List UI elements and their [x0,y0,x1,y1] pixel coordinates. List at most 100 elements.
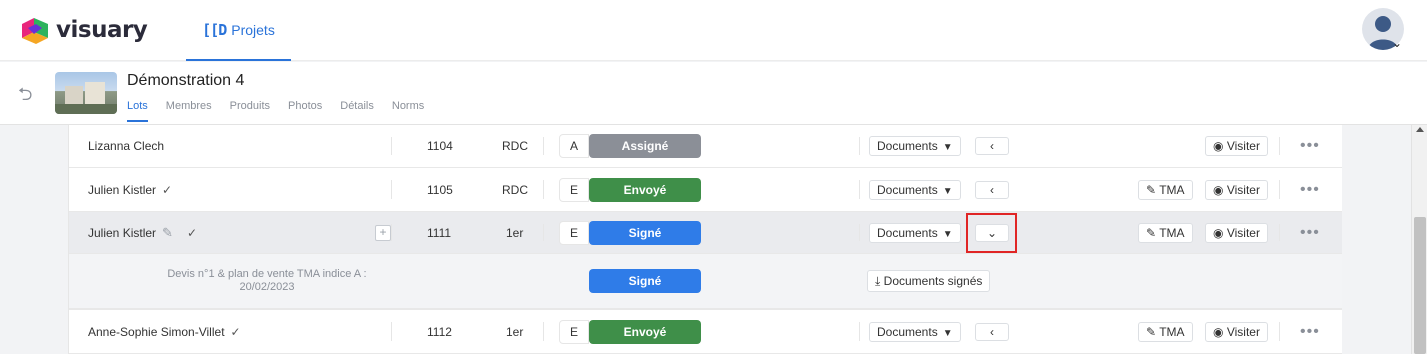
visit-label: Visiter [1226,139,1260,153]
documents-dropdown[interactable]: Documents ▼ [869,136,961,156]
check-icon: ✓ [230,324,241,339]
more-icon[interactable]: ••• [1300,323,1320,341]
table-row: Lizanna Clech 1104 RDC A Assigné Documen… [69,125,1342,168]
detail-row: Devis n°1 & plan de vente TMA indice A :… [69,254,1342,309]
building-image [55,82,117,114]
documents-dropdown[interactable]: Documents ▼ [869,321,961,342]
eye-icon: ◉ [1213,182,1224,197]
visit-button[interactable]: ◉ Visiter [1205,222,1268,243]
tab-produits[interactable]: Produits [230,100,270,122]
floor: RDC [502,182,528,197]
chevron-down-icon: ▼ [942,185,953,197]
documents-label: Documents [877,225,938,240]
visit-button[interactable]: ◉ Visiter [1205,179,1268,200]
buyer-name-cell: Julien Kistler ✎ ✓ [88,225,197,241]
visit-label: Visiter [1226,182,1260,197]
visit-label: Visiter [1226,225,1260,240]
add-button[interactable]: + [375,224,391,241]
pencil-icon: ✎ [1146,324,1157,339]
detail-description: Devis n°1 & plan de vente TMA indice A :… [137,268,397,294]
visit-button[interactable]: ◉ Visiter [1205,136,1268,156]
tab-lots[interactable]: Lots [127,100,148,122]
expand-button[interactable]: ‹ [975,322,1009,341]
project-header: ⮌ Démonstration 4 Lots Membres Produits … [0,62,1427,125]
scroll-up-icon[interactable] [1416,127,1424,132]
chevron-down-icon: ▼ [942,228,953,240]
documents-label: Documents [877,182,938,197]
expand-button[interactable]: ‹ [975,137,1009,155]
eye-icon: ◉ [1213,324,1224,339]
projects-icon: [[D [202,20,227,39]
table-row: Julien Kistler ✎ ✓ + 1111 1er E Signé Docu… [69,212,1342,254]
lot-number: 1105 [427,182,453,197]
chevron-down-icon: ▼ [942,142,953,153]
status-badge: Signé [589,269,701,293]
signed-documents-button[interactable]: ⤓ Documents signés [867,270,991,292]
download-icon: ⤓ [875,274,881,288]
floor: 1er [506,225,524,240]
pencil-icon[interactable]: ✎ [162,225,173,240]
status-badge: Signé [589,220,701,245]
status-badge: Envoyé [589,177,701,202]
tma-label: TMA [1159,182,1185,197]
tab-membres[interactable]: Membres [166,100,212,122]
status-badge: Envoyé [589,319,701,344]
project-tabs: Lots Membres Produits Photos Détails Nor… [127,100,442,122]
floor: 1er [506,324,524,339]
brand-name: visuary [56,17,148,43]
table-row: Julien Kistler ✓ 1105 RDC E Envoyé Docume… [69,168,1342,212]
logo[interactable]: visuary [20,14,148,46]
tma-button[interactable]: ✎ TMA [1138,321,1193,342]
status-letter: E [559,177,589,202]
pencil-icon: ✎ [1146,225,1157,240]
lots-table: Lizanna Clech 1104 RDC A Assigné Documen… [68,125,1342,354]
tab-photos[interactable]: Photos [288,100,322,122]
documents-label: Documents [877,139,938,153]
tab-norms[interactable]: Norms [392,100,424,122]
status-letter: E [559,319,589,344]
tma-label: TMA [1159,324,1185,339]
detail-date: 20/02/2023 [239,281,295,293]
chevron-left-icon: ‹ [990,139,994,153]
more-icon[interactable]: ••• [1300,137,1320,155]
visuary-logo-icon [22,18,48,44]
buyer-name: Anne-Sophie Simon-Villet [88,324,225,339]
buyer-name: Lizanna Clech [88,139,165,153]
download-label: Documents signés [883,274,983,288]
status-badge: Assigné [589,134,701,158]
lot-number: 1111 [427,225,452,240]
check-icon: ✓ [186,225,197,240]
top-navbar: visuary [[D Projets ⌄ [0,0,1427,61]
detail-text-line: Devis n°1 & plan de vente TMA indice A : [167,268,367,280]
highlight-box [966,213,1017,253]
more-icon[interactable]: ••• [1300,224,1320,242]
tma-button[interactable]: ✎ TMA [1138,222,1193,243]
documents-label: Documents [877,324,938,339]
more-icon[interactable]: ••• [1300,181,1320,199]
expand-button[interactable]: ‹ [975,180,1009,199]
table-row: Anne-Sophie Simon-Villet ✓ 1112 1er E Env… [69,309,1342,354]
status-letter: A [559,134,589,158]
check-icon: ✓ [162,182,173,197]
documents-dropdown[interactable]: Documents ▼ [869,179,961,200]
chevron-left-icon: ‹ [990,182,994,197]
project-thumbnail [55,72,117,114]
tma-label: TMA [1159,225,1185,240]
scrollbar-thumb[interactable] [1414,217,1426,354]
nav-tab-projets[interactable]: [[D Projets [186,0,291,61]
chevron-down-icon[interactable]: ⌄ [1392,36,1402,50]
visit-button[interactable]: ◉ Visiter [1205,321,1268,342]
lot-number: 1112 [427,324,452,339]
buyer-name: Julien Kistler [88,225,157,240]
buyer-name-cell: Julien Kistler ✓ [88,183,172,197]
floor: RDC [502,139,528,153]
documents-dropdown[interactable]: Documents ▼ [869,222,961,243]
tab-details[interactable]: Détails [340,100,374,122]
buyer-name-cell: Anne-Sophie Simon-Villet ✓ [88,325,241,339]
back-icon[interactable]: ⮌ [18,82,32,112]
lot-number: 1104 [427,139,453,153]
tma-button[interactable]: ✎ TMA [1138,179,1193,200]
scrollbar[interactable] [1411,125,1427,354]
eye-icon: ◉ [1213,139,1224,153]
page-title: Démonstration 4 [127,72,245,89]
